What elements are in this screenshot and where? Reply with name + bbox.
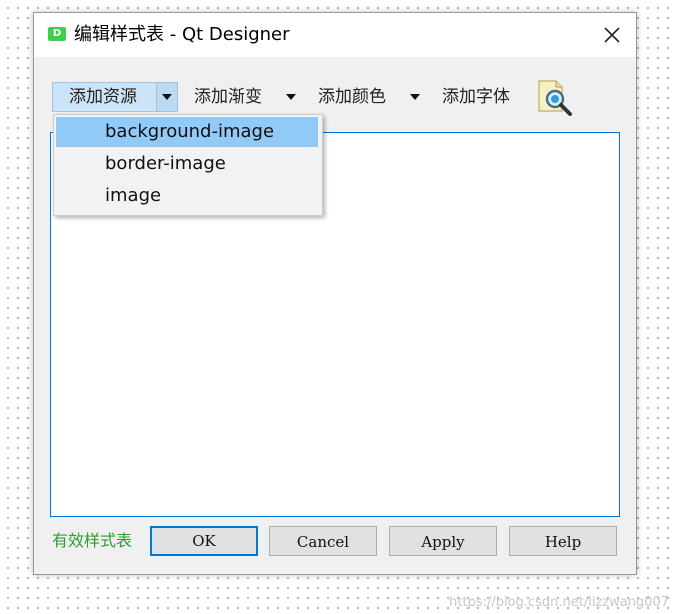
magnifier-icon (538, 80, 572, 116)
menu-item-image[interactable]: image (56, 181, 318, 211)
cancel-button[interactable]: Cancel (269, 526, 377, 556)
title-bar: D 编辑样式表 - Qt Designer (34, 13, 636, 57)
ok-button[interactable]: OK (150, 526, 258, 556)
chevron-down-icon (286, 94, 296, 100)
add-resource-menu: background-image border-image image (53, 114, 323, 216)
add-color-label: 添加颜色 (318, 87, 386, 107)
close-button[interactable] (598, 21, 626, 49)
menu-item-background-image[interactable]: background-image (56, 117, 318, 147)
chevron-down-icon (162, 94, 172, 100)
window-title: 编辑样式表 - Qt Designer (74, 24, 290, 45)
close-icon (604, 27, 620, 43)
qt-designer-icon: D (48, 27, 66, 41)
add-gradient-button[interactable]: 添加渐变 (194, 83, 304, 111)
preview-button[interactable] (534, 77, 574, 117)
add-color-button[interactable]: 添加颜色 (318, 83, 428, 111)
help-button[interactable]: Help (509, 526, 617, 556)
watermark: https://blog.csdn.net/lizzwang007 (449, 595, 669, 610)
add-font-button[interactable]: 添加字体 (442, 83, 522, 111)
apply-button[interactable]: Apply (389, 526, 497, 556)
edit-stylesheet-dialog: D 编辑样式表 - Qt Designer 添加资源 添加渐变 添加颜色 添加字… (33, 12, 637, 575)
add-resource-dropdown-toggle[interactable] (156, 83, 177, 111)
add-font-label: 添加字体 (442, 87, 510, 107)
menu-item-border-image[interactable]: border-image (56, 149, 318, 179)
add-resource-label: 添加资源 (69, 87, 137, 107)
add-gradient-label: 添加渐变 (194, 87, 262, 107)
chevron-down-icon (410, 94, 420, 100)
valid-stylesheet-status: 有效样式表 (52, 531, 133, 550)
add-resource-button[interactable]: 添加资源 (52, 82, 178, 112)
